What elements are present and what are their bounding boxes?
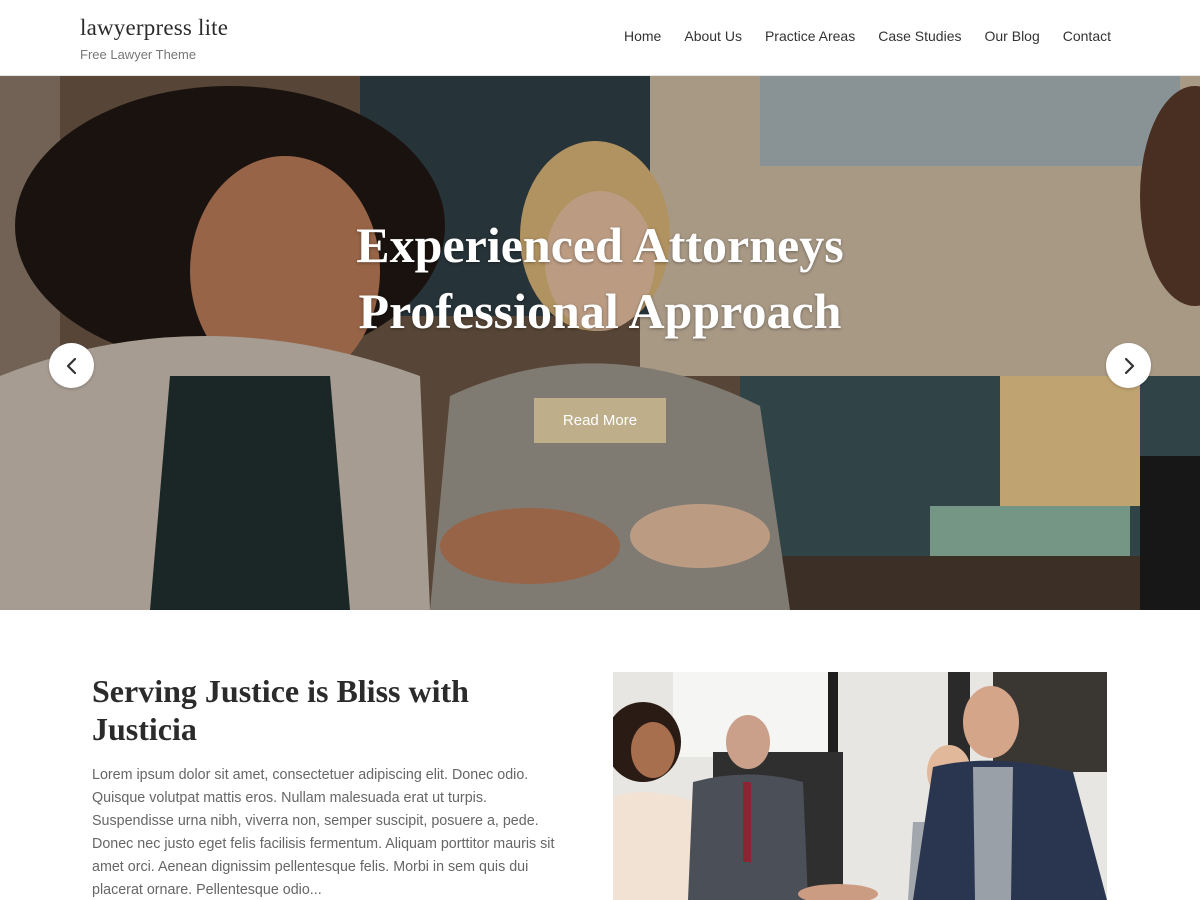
chevron-left-icon: [66, 357, 76, 374]
hero-heading: Experienced Attorneys Professional Appro…: [0, 212, 1200, 344]
read-more-button[interactable]: Read More: [534, 398, 666, 443]
about-section-title: Serving Justice is Bliss with Justicia: [92, 673, 469, 747]
handshake-photo: [613, 672, 1107, 900]
nav-item-contact[interactable]: Contact: [1063, 27, 1111, 45]
hero-heading-line-1: Experienced Attorneys: [356, 217, 844, 273]
site-branding: lawyerpress lite Free Lawyer Theme: [80, 14, 228, 63]
about-section-text: Lorem ipsum dolor sit amet, consectetuer…: [92, 767, 555, 898]
hero-heading-line-2: Professional Approach: [358, 283, 842, 339]
hero-slider: Experienced Attorneys Professional Appro…: [0, 76, 1200, 610]
nav-item-our-blog[interactable]: Our Blog: [985, 27, 1040, 45]
nav-item-case-studies[interactable]: Case Studies: [878, 27, 961, 45]
chevron-right-icon: [1124, 357, 1134, 374]
about-section-image: [613, 672, 1107, 900]
site-tagline: Free Lawyer Theme: [80, 47, 197, 62]
site-header: lawyerpress lite Free Lawyer Theme Home …: [0, 0, 1200, 76]
main-navigation: Home About Us Practice Areas Case Studie…: [624, 27, 1111, 45]
nav-item-about-us[interactable]: About Us: [684, 27, 742, 45]
site-title[interactable]: lawyerpress lite: [80, 14, 228, 42]
slider-prev-button[interactable]: [49, 343, 94, 388]
nav-item-home[interactable]: Home: [624, 27, 661, 45]
slider-next-button[interactable]: [1106, 343, 1151, 388]
nav-item-practice-areas[interactable]: Practice Areas: [765, 27, 855, 45]
